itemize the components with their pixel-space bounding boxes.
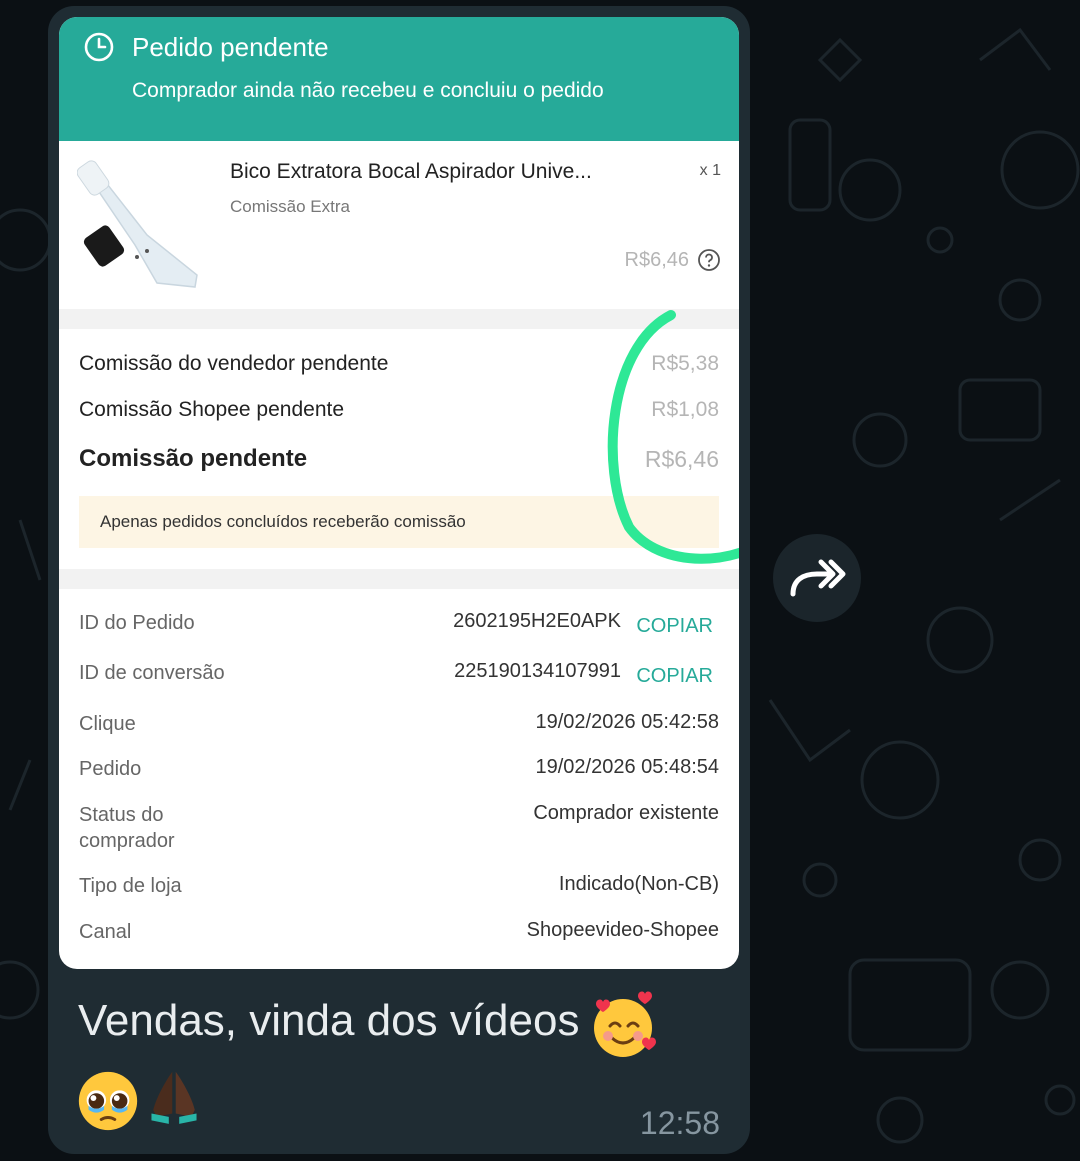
channel-value: Shopeevideo-Shopee (526, 919, 719, 941)
forward-button[interactable] (773, 534, 861, 622)
total-commission-label: Comissão pendente (79, 445, 308, 472)
help-icon[interactable] (697, 248, 721, 272)
product-price: R$6,46 (624, 249, 690, 271)
product-tag: Comissão Extra (230, 197, 350, 216)
conversion-id-label: ID de conversão (79, 662, 225, 684)
product-quantity: x 1 (699, 162, 721, 179)
store-type-value: Indicado(Non-CB) (558, 873, 719, 895)
smiling-face-with-hearts-emoji (594, 991, 656, 1057)
copy-conversion-id-button[interactable]: COPIAR (636, 665, 713, 688)
order-id-label: ID do Pedido (79, 612, 195, 634)
message-timestamp: 12:58 (639, 1105, 720, 1141)
order-screenshot-card[interactable]: Pedido pendente Comprador ainda não rece… (59, 17, 739, 969)
channel-label: Canal (79, 921, 132, 943)
message-caption: Vendas, vinda dos vídeos (78, 996, 580, 1045)
order-id-value: 2602195H2E0APK (453, 610, 621, 632)
notice-text: Apenas pedidos concluídos receberão comi… (100, 512, 466, 531)
section-divider (59, 569, 739, 589)
click-time-value: 19/02/2026 05:42:58 (535, 711, 719, 733)
click-time-label: Clique (79, 713, 136, 735)
copy-order-id-button[interactable]: COPIAR (636, 615, 713, 638)
store-type-label: Tipo de loja (79, 875, 182, 897)
seller-commission-label: Comissão do vendedor pendente (79, 352, 389, 375)
shopee-commission-label: Comissão Shopee pendente (79, 398, 345, 421)
folded-hands-emoji (151, 1071, 197, 1124)
buyer-status-label: Status do comprador (79, 804, 175, 852)
order-time-label: Pedido (79, 758, 142, 780)
order-time-value: 19/02/2026 05:48:54 (535, 756, 719, 778)
product-name: Bico Extratora Bocal Aspirador Unive... (230, 160, 592, 183)
status-subtitle: Comprador ainda não recebeu e concluiu o… (132, 79, 604, 102)
product-image (77, 160, 198, 288)
highlight-annotation (607, 310, 739, 564)
buyer-status-value: Comprador existente (533, 802, 719, 824)
status-header: Pedido pendente Comprador ainda não rece… (59, 17, 739, 141)
status-title: Pedido pendente (132, 32, 329, 62)
conversion-id-value: 225190134107991 (454, 660, 621, 682)
pleading-face-emoji (78, 1071, 138, 1131)
forward-icon (790, 559, 846, 597)
clock-icon (84, 32, 114, 62)
